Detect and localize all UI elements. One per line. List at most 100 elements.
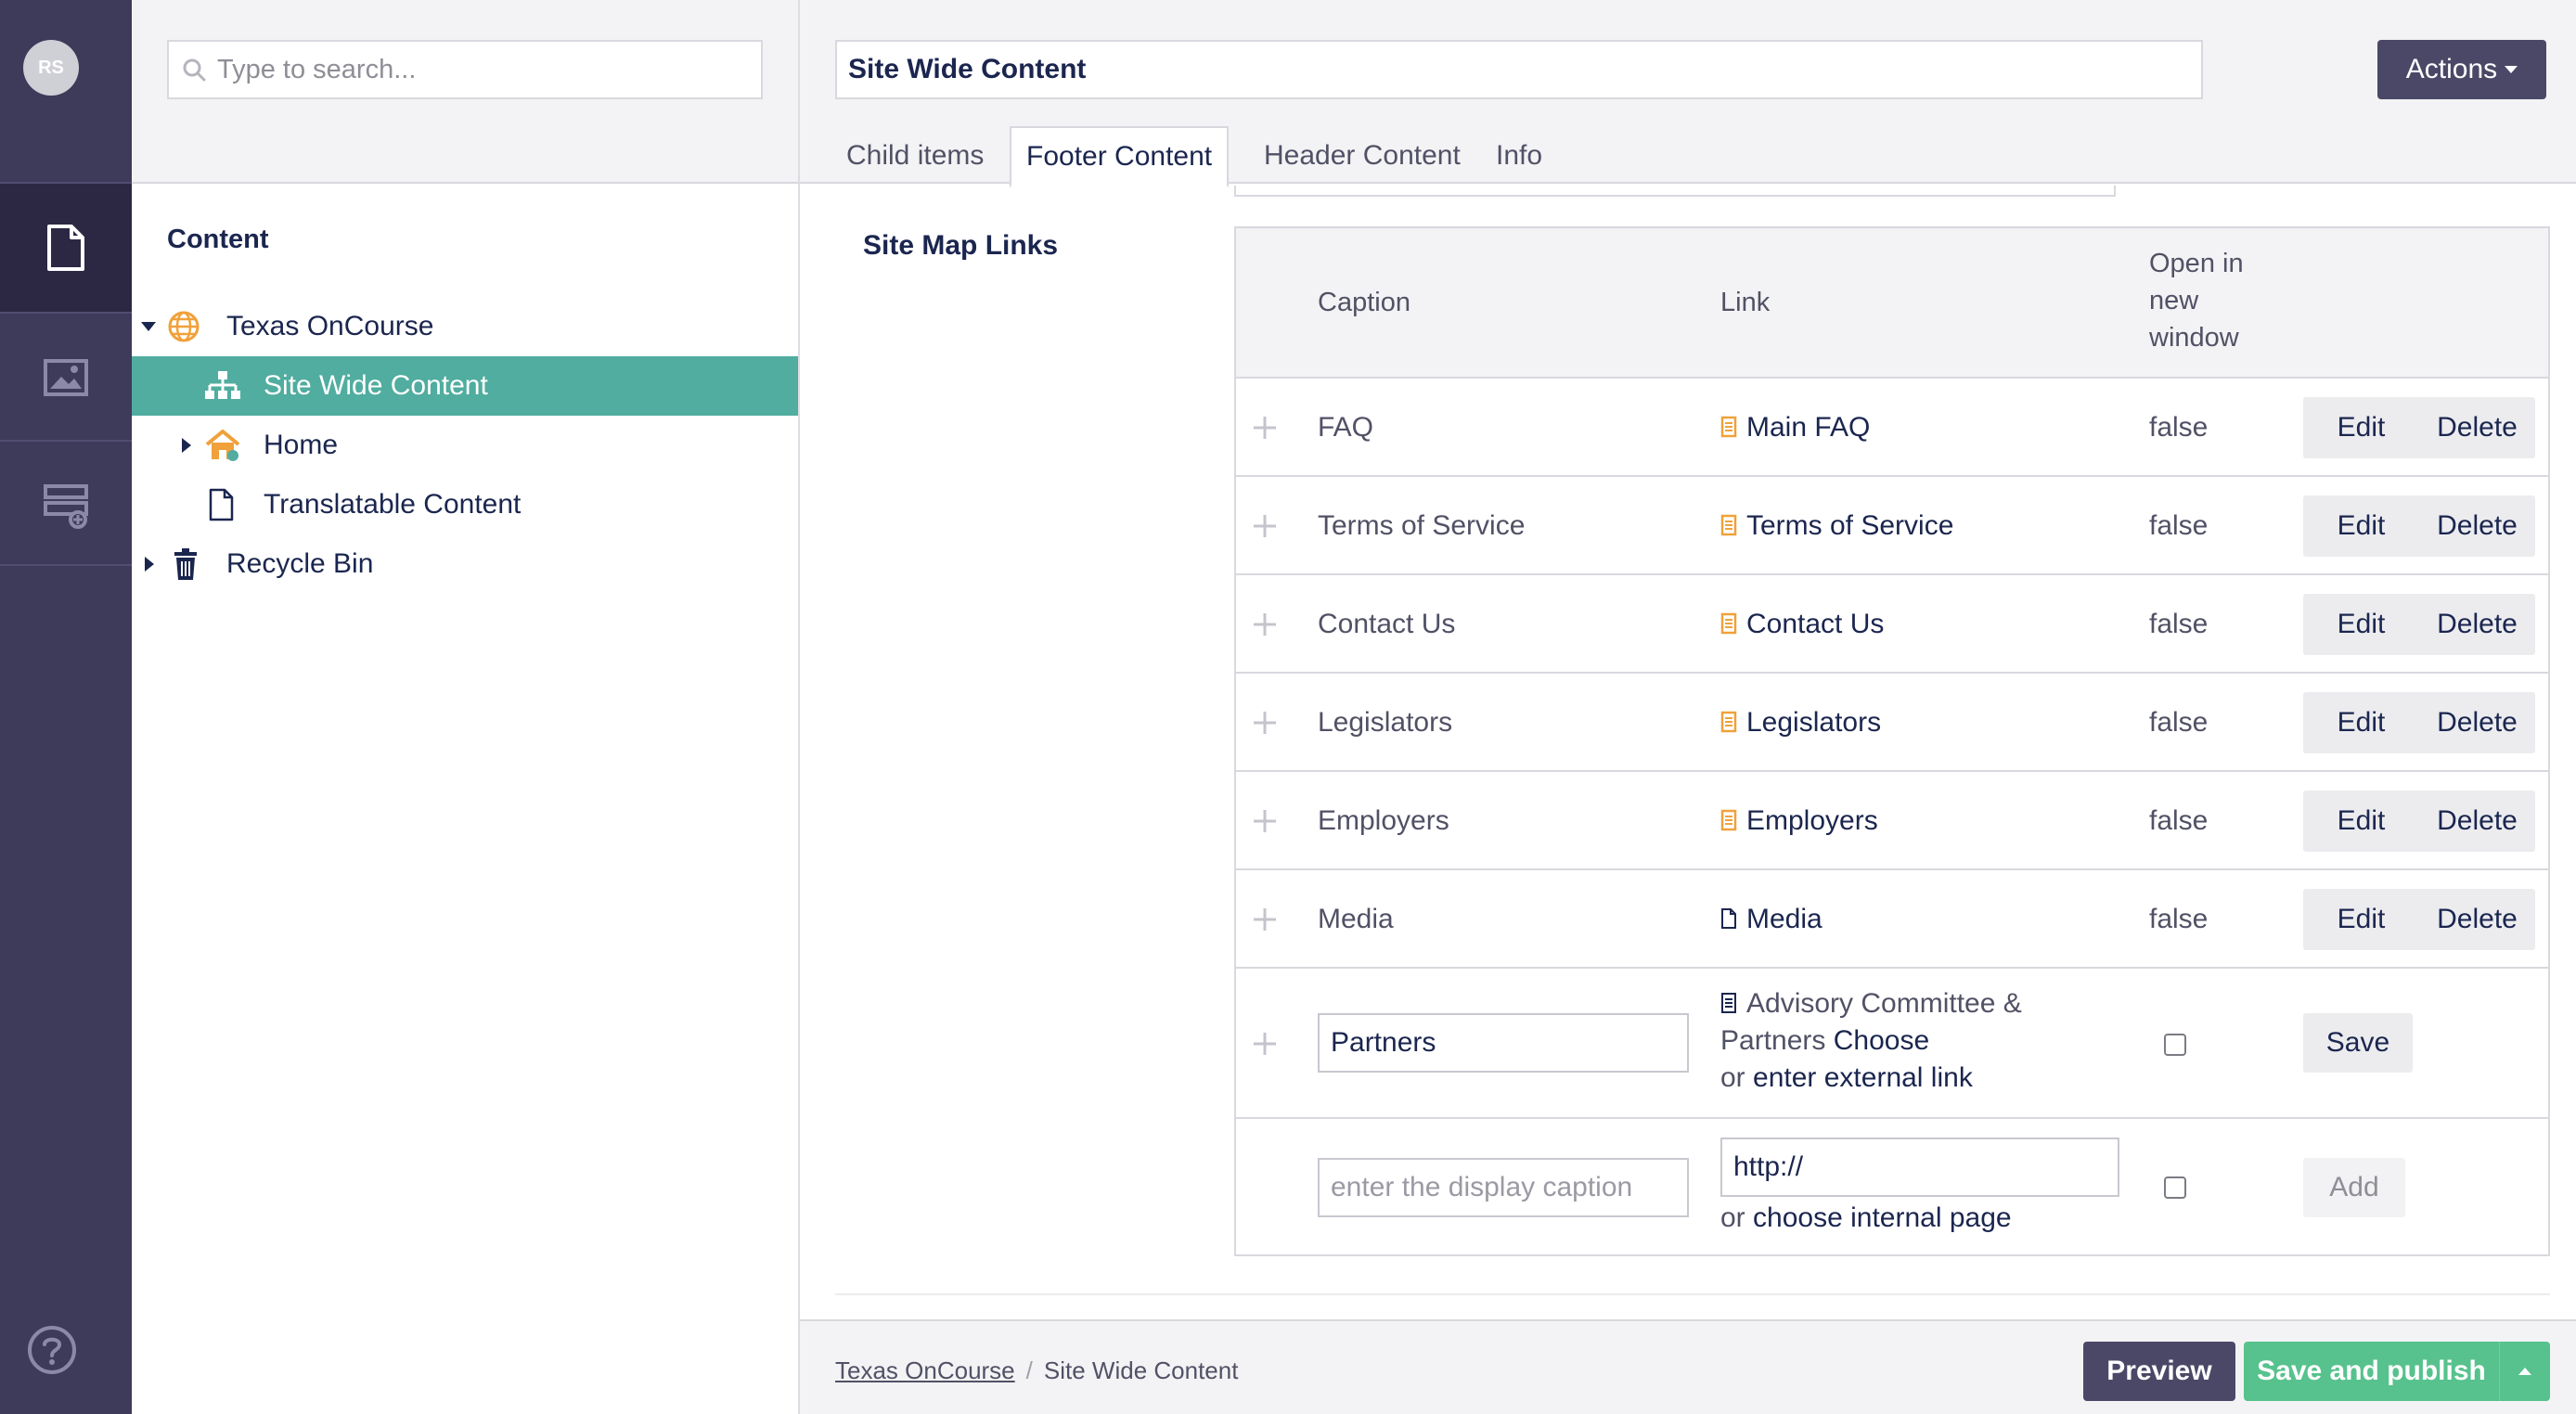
page-icon — [1720, 416, 1737, 438]
row-actions: Edit Delete — [2303, 495, 2535, 557]
actions-button[interactable]: Actions — [2377, 40, 2546, 99]
tab-info[interactable]: Info — [1481, 126, 1557, 186]
tree-node-label: Recycle Bin — [226, 548, 374, 579]
link-row: Media Media false Edit Delete — [1236, 870, 2548, 969]
tab-header-content[interactable]: Header Content — [1249, 126, 1475, 186]
save-and-publish-button[interactable]: Save and publish — [2244, 1342, 2550, 1401]
row-actions: Edit Delete — [2303, 889, 2535, 950]
add-row-button[interactable]: Add — [2303, 1158, 2405, 1217]
help-icon[interactable] — [27, 1325, 77, 1375]
delete-button[interactable]: Delete — [2419, 889, 2535, 950]
tree-search-box[interactable] — [167, 40, 763, 99]
external-link-input[interactable] — [1720, 1138, 2119, 1197]
choose-link[interactable]: Choose — [1834, 1025, 1929, 1056]
drag-handle-icon[interactable] — [1253, 907, 1277, 932]
column-header-caption: Caption — [1318, 288, 1410, 317]
drag-handle-icon[interactable] — [1253, 612, 1277, 636]
edit-button[interactable]: Edit — [2303, 397, 2419, 458]
link-target: Employers — [1720, 805, 1878, 837]
tab-child-items[interactable]: Child items — [831, 126, 998, 186]
drag-handle-icon[interactable] — [1253, 809, 1277, 833]
link-row: Terms of Service Terms of Service false … — [1236, 477, 2548, 575]
choose-internal-page-link[interactable]: choose internal page — [1753, 1202, 2012, 1233]
rail-divider — [0, 564, 132, 566]
edit-button[interactable]: Edit — [2303, 594, 2419, 655]
tree-node-recycle-bin[interactable]: Recycle Bin — [132, 534, 798, 594]
drag-handle-icon[interactable] — [1253, 416, 1277, 440]
trash-icon — [173, 547, 199, 581]
section-divider — [835, 1293, 2550, 1295]
link-row: Employers Employers false Edit Delete — [1236, 772, 2548, 870]
section-media[interactable] — [0, 314, 132, 442]
tab-footer-content[interactable]: Footer Content — [1010, 126, 1230, 187]
drag-handle-icon[interactable] — [1253, 1032, 1277, 1056]
delete-button[interactable]: Delete — [2419, 495, 2535, 557]
breadcrumb-current: Site Wide Content — [1043, 1356, 1239, 1384]
node-name-input[interactable] — [835, 40, 2203, 99]
breadcrumb-link[interactable]: Texas OnCourse — [835, 1356, 1015, 1385]
editor-content[interactable]: Site Map Links Caption Link Open in new … — [835, 186, 2576, 1318]
user-avatar[interactable]: RS — [23, 40, 79, 96]
section-content[interactable] — [0, 184, 132, 312]
link-new-window-value: false — [2149, 510, 2209, 541]
edit-button[interactable]: Edit — [2303, 692, 2419, 753]
page-icon — [1720, 514, 1737, 536]
edit-button[interactable]: Edit — [2303, 791, 2419, 852]
link-caption: Terms of Service — [1318, 510, 1526, 541]
edit-button[interactable]: Edit — [2303, 495, 2419, 557]
sitemap-icon — [204, 369, 241, 403]
content-tree-panel: Content Texas OnCourse Site Wide Content… — [132, 0, 800, 1414]
open-new-window-checkbox[interactable] — [2164, 1034, 2186, 1056]
link-row: Legislators Legislators false Edit Delet… — [1236, 674, 2548, 772]
link-new-window-value: false — [2149, 904, 2209, 934]
property-label: Site Map Links — [863, 230, 1059, 261]
internal-page-picker: or choose internal page — [1720, 1202, 2012, 1234]
tree-search-area — [132, 0, 798, 184]
breadcrumb-separator: / — [1025, 1356, 1033, 1384]
forms-icon — [43, 482, 89, 529]
preview-button[interactable]: Preview — [2083, 1342, 2235, 1401]
caption-input[interactable] — [1318, 1013, 1689, 1073]
caret-right-icon[interactable] — [182, 438, 191, 453]
link-new-window-value: false — [2149, 707, 2209, 738]
delete-button[interactable]: Delete — [2419, 692, 2535, 753]
link-row: Contact Us Contact Us false Edit Delete — [1236, 575, 2548, 674]
link-new-window-value: false — [2149, 609, 2209, 639]
new-link-row: or choose internal page Add — [1236, 1119, 2548, 1254]
editor-header: Actions Child items Footer Content Heade… — [800, 0, 2576, 187]
link-new-window-value: false — [2149, 412, 2209, 443]
publish-options-toggle[interactable] — [2499, 1342, 2550, 1401]
caret-right-icon[interactable] — [145, 557, 154, 572]
delete-button[interactable]: Delete — [2419, 594, 2535, 655]
link-target: Contact Us — [1720, 609, 1884, 640]
home-icon — [204, 429, 241, 462]
delete-button[interactable]: Delete — [2419, 791, 2535, 852]
row-actions: Edit Delete — [2303, 791, 2535, 852]
tree-node-texas-oncourse[interactable]: Texas OnCourse — [132, 297, 798, 356]
caret-down-icon — [2505, 66, 2518, 73]
tree-search-input[interactable] — [217, 54, 737, 85]
new-open-new-window-checkbox[interactable] — [2164, 1176, 2186, 1199]
enter-external-link[interactable]: enter external link — [1753, 1062, 1973, 1093]
drag-handle-icon[interactable] — [1253, 514, 1277, 538]
edit-button[interactable]: Edit — [2303, 889, 2419, 950]
delete-button[interactable]: Delete — [2419, 397, 2535, 458]
tree-node-home[interactable]: Home — [132, 416, 798, 475]
caret-up-icon — [2518, 1368, 2531, 1375]
row-actions: Edit Delete — [2303, 397, 2535, 458]
link-new-window-value: false — [2149, 805, 2209, 836]
or-text: or — [1720, 1202, 1745, 1233]
link-picker: Advisory Committee & Partners Choose or … — [1720, 985, 2110, 1097]
actions-label: Actions — [2405, 54, 2498, 84]
link-caption: Legislators — [1318, 707, 1453, 738]
tree-node-translatable-content[interactable]: Translatable Content — [132, 475, 798, 534]
section-forms[interactable] — [0, 442, 132, 570]
page-icon — [1720, 992, 1737, 1014]
globe-icon — [167, 310, 200, 343]
new-caption-input[interactable] — [1318, 1158, 1689, 1217]
save-row-button[interactable]: Save — [2303, 1013, 2413, 1073]
drag-handle-icon[interactable] — [1253, 711, 1277, 735]
tree-node-site-wide-content[interactable]: Site Wide Content — [132, 356, 798, 416]
caret-down-icon[interactable] — [141, 322, 156, 331]
page-icon — [1720, 809, 1737, 831]
